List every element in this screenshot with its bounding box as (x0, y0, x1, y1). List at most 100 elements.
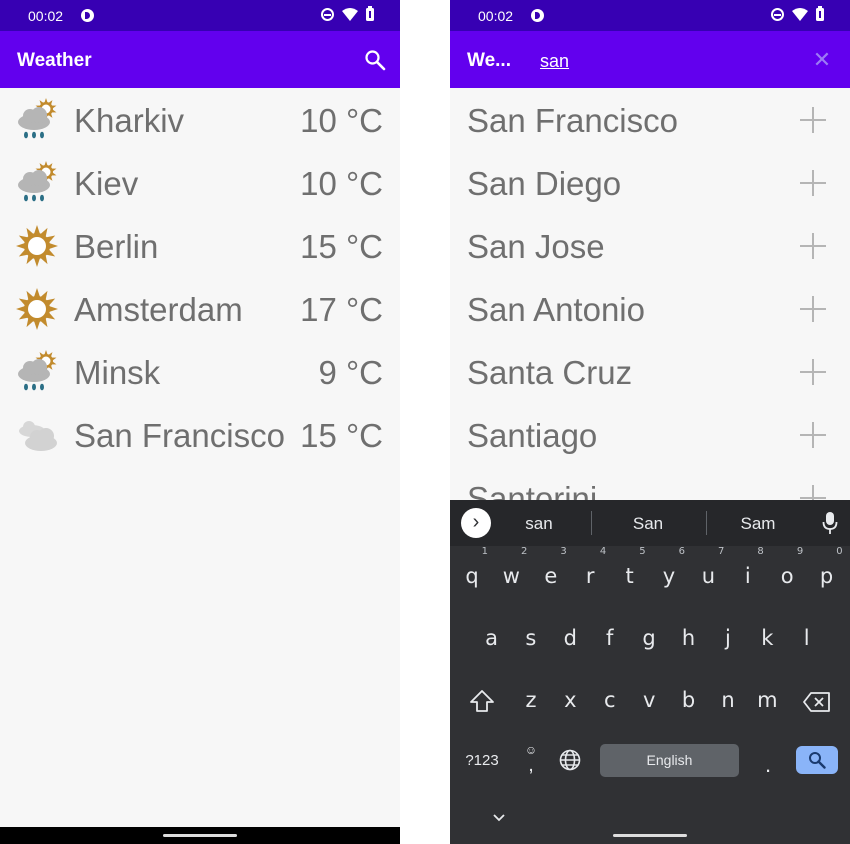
suggestion-city-name: Santorini (467, 480, 598, 500)
key-label: r (585, 564, 595, 588)
soft-keyboard: › san San Sam q1w2e3r4t5y6u7i8o9p0 asdfg… (450, 500, 850, 844)
suggestion-row[interactable]: San Francisco (450, 88, 850, 151)
suggestion-row[interactable]: San Antonio (450, 277, 850, 340)
key-z[interactable]: z (511, 675, 551, 725)
city-temperature: 10 °C (300, 165, 383, 202)
do-not-disturb-icon (321, 8, 334, 21)
key-label: w (502, 564, 520, 588)
space-key[interactable]: English (600, 744, 739, 777)
microphone-icon[interactable] (822, 511, 838, 535)
status-time: 00:02 (28, 8, 64, 24)
suggestion-row[interactable]: San Diego (450, 151, 850, 214)
key-g[interactable]: g (629, 613, 669, 663)
comma-key[interactable]: , (524, 754, 538, 777)
app-bar: We... san ✕ (450, 31, 850, 88)
suggestion-row[interactable]: Santiago (450, 403, 850, 466)
key-label: p (819, 564, 834, 588)
city-temperature: 10 °C (300, 102, 383, 139)
key-o[interactable]: o9 (767, 546, 807, 601)
key-i[interactable]: i8 (728, 546, 768, 601)
app-notification-icon (81, 9, 94, 22)
add-icon[interactable] (800, 485, 826, 500)
chevron-down-icon[interactable] (492, 813, 506, 823)
home-gesture-handle[interactable] (613, 834, 687, 837)
key-b[interactable]: b (669, 675, 709, 725)
suggestion-city-name: Santa Cruz (467, 354, 633, 391)
key-label: m (757, 688, 778, 712)
search-input[interactable]: san (540, 51, 569, 72)
key-hint: 8 (757, 546, 764, 557)
city-row[interactable]: Kiev 10 °C (0, 151, 400, 214)
keyboard-suggestion[interactable]: Sam (708, 514, 808, 534)
city-row[interactable]: Berlin 15 °C (0, 214, 400, 277)
key-v[interactable]: v (629, 675, 669, 725)
key-q[interactable]: q1 (452, 546, 492, 601)
city-search-screen: 00:02 We... san ✕ San Francisco San Diego… (450, 0, 850, 844)
search-key[interactable] (796, 746, 838, 774)
key-l[interactable]: l (787, 613, 827, 663)
city-row[interactable]: Kharkiv 10 °C (0, 88, 400, 151)
key-label: f (605, 626, 614, 650)
key-t[interactable]: t5 (610, 546, 650, 601)
city-name: Kiev (74, 165, 139, 202)
key-n[interactable]: n (708, 675, 748, 725)
key-s[interactable]: s (511, 613, 551, 663)
city-row[interactable]: Minsk 9 °C (0, 340, 400, 403)
navigation-bar (0, 827, 400, 844)
key-h[interactable]: h (669, 613, 709, 663)
key-label: t (625, 564, 634, 588)
key-hint: 3 (560, 546, 567, 557)
key-k[interactable]: k (747, 613, 787, 663)
sun-icon (15, 287, 59, 331)
symbols-key[interactable]: ?123 (462, 752, 502, 769)
suggestion-row[interactable]: Santorini (450, 466, 850, 500)
key-f[interactable]: f (590, 613, 630, 663)
chevron-right-icon[interactable]: › (461, 508, 491, 538)
key-w[interactable]: w2 (491, 546, 531, 601)
period-key[interactable]: . (758, 752, 778, 778)
key-label: x (564, 688, 577, 712)
key-label: b (681, 688, 696, 712)
home-gesture-handle[interactable] (163, 834, 237, 837)
key-label: o (780, 564, 794, 588)
suggestion-city-name: San Francisco (467, 102, 678, 139)
add-icon[interactable] (800, 359, 826, 385)
close-icon[interactable]: ✕ (812, 49, 832, 71)
city-row[interactable]: Amsterdam 17 °C (0, 277, 400, 340)
add-icon[interactable] (800, 296, 826, 322)
key-label: q (465, 564, 479, 588)
key-label: v (642, 688, 656, 712)
key-j[interactable]: j (708, 613, 748, 663)
keyboard-suggestion[interactable]: San (598, 514, 698, 534)
key-d[interactable]: d (550, 613, 590, 663)
keyboard-suggestion[interactable]: san (489, 514, 589, 534)
suggestion-row[interactable]: San Jose (450, 214, 850, 277)
globe-icon[interactable] (559, 749, 581, 771)
key-p[interactable]: p0 (807, 546, 847, 601)
key-y[interactable]: y6 (649, 546, 689, 601)
cloud-icon (15, 413, 59, 457)
add-icon[interactable] (800, 422, 826, 448)
add-icon[interactable] (800, 107, 826, 133)
key-e[interactable]: e3 (531, 546, 571, 601)
key-label: l (803, 626, 810, 650)
key-m[interactable]: m (747, 675, 787, 725)
rain-sun-icon (15, 161, 59, 205)
key-u[interactable]: u7 (688, 546, 728, 601)
suggestion-row[interactable]: Santa Cruz (450, 340, 850, 403)
add-icon[interactable] (800, 170, 826, 196)
key-r[interactable]: r4 (570, 546, 610, 601)
key-x[interactable]: x (550, 675, 590, 725)
city-temperature: 15 °C (300, 417, 383, 454)
shift-icon[interactable] (469, 689, 495, 713)
key-c[interactable]: c (590, 675, 630, 725)
city-temperature: 15 °C (300, 228, 383, 265)
key-a[interactable]: a (472, 613, 512, 663)
backspace-icon[interactable] (803, 692, 831, 712)
status-icons (771, 6, 824, 21)
add-icon[interactable] (800, 233, 826, 259)
city-row[interactable]: San Francisco 15 °C (0, 403, 400, 466)
keyboard-suggestion-strip: › san San Sam (450, 500, 850, 546)
search-icon[interactable] (364, 49, 386, 71)
divider (591, 511, 592, 535)
